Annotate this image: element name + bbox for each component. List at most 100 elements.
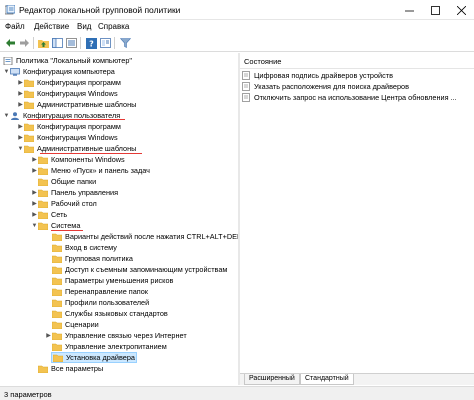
tree-label: Рабочий стол	[51, 199, 97, 208]
computer-icon	[10, 67, 20, 76]
folder-icon	[52, 255, 62, 263]
tree-item-group-policy[interactable]: Групповая политика	[52, 253, 133, 264]
folder-icon	[24, 90, 34, 98]
chevron-right-icon[interactable]: ▶	[17, 77, 24, 88]
setting-row[interactable]: Указать расположения для поиска драйверо…	[242, 81, 409, 92]
menu-file[interactable]: Файл	[5, 22, 25, 31]
folder-icon	[52, 266, 62, 274]
toolbar-separator	[33, 37, 34, 49]
help-button[interactable]: ?	[85, 37, 97, 49]
tree-item-internet-comm[interactable]: ▶ Управление связью через Интернет	[45, 330, 187, 341]
tree-label: Административные шаблоны	[37, 100, 137, 109]
folder-icon	[24, 79, 34, 87]
chevron-right-icon[interactable]: ▶	[17, 88, 24, 99]
up-folder-button[interactable]	[37, 37, 49, 49]
tree-item-folder-redirection[interactable]: Перенаправление папок	[52, 286, 148, 297]
menu-help[interactable]: Справка	[98, 22, 129, 31]
tree-item-scripts[interactable]: Сценарии	[52, 319, 99, 330]
status-bar: 3 параметров	[0, 386, 474, 400]
tree-item-control-panel[interactable]: ▶ Панель управления	[31, 187, 118, 198]
header-divider	[240, 68, 474, 69]
folder-icon	[52, 343, 62, 351]
tree-label: Вход в систему	[65, 243, 117, 252]
tree-label: Управление связью через Интернет	[65, 331, 187, 340]
window-title: Редактор локальной групповой политики	[19, 5, 181, 15]
folder-open-icon	[38, 222, 48, 230]
tree-item-computer-config[interactable]: ▼ Конфигурация компьютера	[3, 66, 115, 77]
export-list-button[interactable]	[65, 37, 77, 49]
close-icon	[456, 5, 466, 15]
chevron-down-icon[interactable]: ▼	[17, 143, 24, 154]
tab-extended[interactable]: Расширенный	[244, 374, 300, 385]
column-header-state[interactable]: Состояние	[244, 57, 281, 66]
tree-item-removable-access[interactable]: Доступ к съемным запоминающим устройства…	[52, 264, 227, 275]
chevron-right-icon[interactable]: ▶	[17, 99, 24, 110]
maximize-icon	[430, 5, 440, 15]
tree-label: Профили пользователей	[65, 298, 150, 307]
tree-label: Конфигурация программ	[37, 78, 121, 87]
setting-icon	[242, 82, 250, 91]
tree-item-locale-services[interactable]: Службы языковых стандартов	[52, 308, 168, 319]
tree-item-network[interactable]: ▶ Сеть	[31, 209, 67, 220]
toolbar-separator	[114, 37, 115, 49]
back-button[interactable]	[4, 37, 16, 49]
tree-label: Параметры уменьшения рисков	[65, 276, 174, 285]
menu-action[interactable]: Действие	[34, 22, 69, 31]
properties-icon	[99, 38, 111, 48]
setting-row[interactable]: Отключить запрос на использование Центра…	[242, 92, 457, 103]
chevron-right-icon[interactable]: ▶	[31, 187, 38, 198]
chevron-right-icon[interactable]: ▶	[17, 132, 24, 143]
chevron-right-icon[interactable]: ▶	[31, 165, 38, 176]
tree-item-cc-programs[interactable]: ▶ Конфигурация программ	[17, 77, 121, 88]
tree-item-risk-reduction[interactable]: Параметры уменьшения рисков	[52, 275, 173, 286]
chevron-right-icon[interactable]: ▶	[31, 198, 38, 209]
folder-icon	[38, 156, 48, 164]
chevron-down-icon[interactable]: ▼	[3, 110, 10, 121]
setting-row[interactable]: Цифровая подпись драйверов устройств	[242, 70, 393, 81]
chevron-right-icon[interactable]: ▶	[31, 154, 38, 165]
chevron-right-icon[interactable]: ▶	[17, 121, 24, 132]
folder-icon	[24, 123, 34, 131]
tree-item-desktop[interactable]: ▶ Рабочий стол	[31, 198, 97, 209]
tab-standard[interactable]: Стандартный	[300, 374, 354, 385]
tree-item-ctrl-alt-del[interactable]: Варианты действий после нажатия CTRL+ALT…	[52, 231, 238, 242]
chevron-right-icon[interactable]: ▶	[31, 209, 38, 220]
tree-item-uc-windows[interactable]: ▶ Конфигурация Windows	[17, 132, 118, 143]
tree-item-driver-install[interactable]: Установка драйвера	[51, 352, 137, 363]
tree-item-logon[interactable]: Вход в систему	[52, 242, 117, 253]
menu-view[interactable]: Вид	[77, 22, 91, 31]
show-hide-tree-button[interactable]	[51, 37, 63, 49]
chevron-down-icon[interactable]: ▼	[31, 220, 38, 231]
tree-item-win-components[interactable]: ▶ Компоненты Windows	[31, 154, 125, 165]
tree-label: Компоненты Windows	[51, 155, 125, 164]
extended-view-button[interactable]	[99, 37, 111, 49]
forward-button[interactable]	[18, 37, 30, 49]
tree-item-shared-folders[interactable]: Общие папки	[38, 176, 96, 187]
minimize-button[interactable]	[396, 0, 422, 20]
console-tree: Политика "Локальный компьютер" ▼ Конфигу…	[0, 53, 238, 385]
tree-item-start-menu[interactable]: ▶ Меню «Пуск» и панель задач	[31, 165, 150, 176]
tree-item-user-profiles[interactable]: Профили пользователей	[52, 297, 149, 308]
tree-label: Варианты действий после нажатия CTRL+ALT…	[65, 232, 238, 241]
tree-item-all-settings[interactable]: Все параметры	[38, 363, 103, 374]
tree-item-cc-windows[interactable]: ▶ Конфигурация Windows	[17, 88, 117, 99]
tree-item-cc-admin[interactable]: ▶ Административные шаблоны	[17, 99, 136, 110]
folder-open-icon	[53, 354, 63, 362]
tree-item-power-management[interactable]: Управление электропитанием	[52, 341, 167, 352]
tree-label: Конфигурация Windows	[37, 133, 118, 142]
setting-label: Цифровая подпись драйверов устройств	[254, 71, 393, 80]
maximize-button[interactable]	[422, 0, 448, 20]
chevron-right-icon[interactable]: ▶	[45, 330, 52, 341]
filter-button[interactable]	[119, 37, 131, 49]
tree-label: Установка драйвера	[66, 353, 135, 362]
chevron-down-icon[interactable]: ▼	[3, 66, 10, 77]
tree-item-root[interactable]: Политика "Локальный компьютер"	[3, 55, 132, 66]
folder-icon	[24, 145, 34, 153]
close-button[interactable]	[448, 0, 474, 20]
details-pane: Состояние Цифровая подпись драйверов уст…	[240, 53, 474, 373]
title-bar: Редактор локальной групповой политики	[0, 0, 474, 20]
menu-bar: Файл Действие Вид Справка	[0, 20, 474, 34]
policy-document-icon	[3, 56, 13, 65]
tree-label: Меню «Пуск» и панель задач	[51, 166, 150, 175]
tree-item-uc-programs[interactable]: ▶ Конфигурация программ	[17, 121, 121, 132]
